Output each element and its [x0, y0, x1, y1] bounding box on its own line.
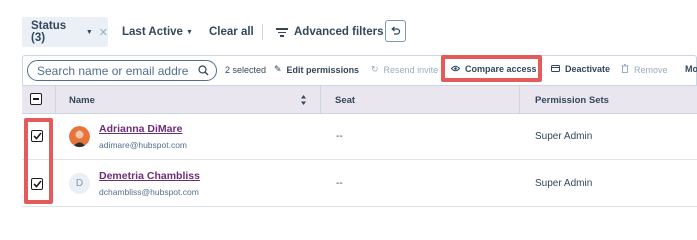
select-all-checkbox[interactable]: [30, 93, 42, 105]
undo-icon: [391, 26, 401, 35]
status-filter-label: Status (3): [31, 20, 67, 44]
clear-all-button[interactable]: Clear all: [209, 17, 254, 47]
table-row[interactable]: Adrianna DiMare adimare@hubspot.com -- S…: [22, 114, 697, 160]
column-header-permission-sets-label: Permission Sets: [535, 94, 609, 106]
trash-icon: [621, 64, 629, 75]
checkbox-highlight: [24, 118, 53, 204]
permission-set-value: Super Admin: [535, 178, 593, 189]
edit-permissions-button[interactable]: ✎ Edit permissions: [274, 64, 359, 75]
caret-down-icon: ▼: [185, 28, 193, 36]
last-active-label: Last Active: [122, 26, 183, 38]
deactivate-label: Deactivate: [565, 64, 611, 74]
sort-icon[interactable]: [300, 94, 307, 106]
edit-permissions-label: Edit permissions: [286, 64, 360, 75]
close-icon[interactable]: ✕: [99, 26, 108, 39]
resend-invite-label: Resend invite: [383, 64, 439, 75]
permission-set-value: Super Admin: [535, 131, 593, 142]
advanced-filters-label: Advanced filters: [294, 26, 384, 38]
compare-access-highlight: [441, 55, 542, 82]
divider: [262, 24, 263, 40]
indeterminate-icon: [33, 98, 39, 100]
avatar: [69, 126, 90, 147]
search-box: [27, 60, 217, 81]
last-active-filter[interactable]: Last Active ▼: [122, 17, 193, 47]
filter-bar: Status (3) ▼ ✕ Last Active ▼ Clear all A…: [0, 0, 697, 50]
pencil-icon: ✎: [274, 64, 282, 74]
remove-label: Remove: [634, 64, 668, 75]
column-header-name-label: Name: [69, 94, 95, 106]
resend-invite-button[interactable]: ↻ Resend invite: [371, 64, 438, 75]
column-header-seat[interactable]: Seat: [335, 86, 355, 114]
filter-icon: [276, 27, 288, 37]
remove-button[interactable]: Remove: [621, 64, 668, 75]
avatar: D: [69, 173, 90, 194]
advanced-filters-button[interactable]: Advanced filters: [276, 17, 383, 47]
card-icon: [551, 64, 560, 74]
deactivate-button[interactable]: Deactivate: [551, 64, 610, 74]
user-email: dchambliss@hubspot.com: [99, 187, 199, 197]
selected-count: 2 selected: [225, 65, 267, 75]
column-separator: [519, 86, 520, 114]
search-icon[interactable]: [198, 65, 209, 76]
column-separator: [320, 86, 321, 114]
table-row[interactable]: D Demetria Chambliss dchambliss@hubspot.…: [22, 161, 697, 207]
seat-value: --: [336, 178, 343, 189]
user-name-link[interactable]: Adrianna DiMare: [99, 123, 182, 135]
more-label: Mo: [685, 64, 697, 74]
refresh-icon: ↻: [371, 64, 379, 74]
seat-value: --: [336, 131, 343, 142]
caret-down-icon: ▼: [85, 28, 93, 36]
user-email: adimare@hubspot.com: [99, 140, 188, 150]
avatar-initial: D: [75, 178, 84, 189]
bulk-action-toolbar: 2 selected ✎ Edit permissions ↻ Resend i…: [22, 55, 697, 85]
table-header: Name Seat Permission Sets: [22, 85, 697, 114]
clear-all-label: Clear all: [209, 26, 254, 38]
more-button[interactable]: Mo: [685, 64, 697, 74]
search-input[interactable]: [37, 63, 189, 78]
column-header-name[interactable]: Name: [69, 86, 95, 114]
column-header-permission-sets[interactable]: Permission Sets: [535, 86, 609, 114]
column-header-seat-label: Seat: [335, 94, 356, 106]
status-filter-pill[interactable]: Status (3) ▼ ✕: [22, 17, 108, 47]
user-name-link[interactable]: Demetria Chambliss: [99, 170, 200, 182]
undo-button[interactable]: [385, 20, 406, 42]
column-separator: [55, 86, 56, 114]
